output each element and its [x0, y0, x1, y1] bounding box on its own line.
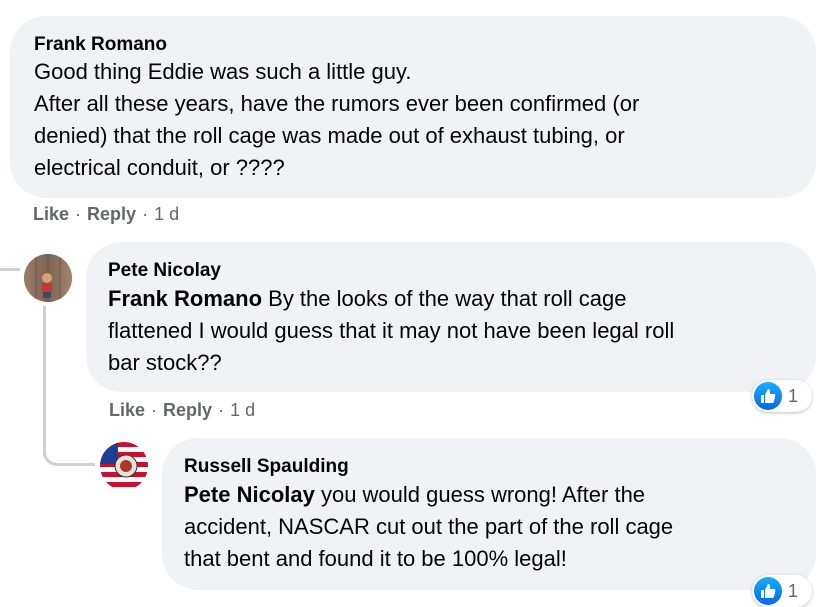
thread-connector-curve: [43, 430, 95, 466]
comment-line-text: By the looks of the way that roll cage: [262, 286, 627, 311]
comment-line: accident, NASCAR cut out the part of the…: [184, 514, 674, 539]
comment-author[interactable]: Pete Nicolay: [108, 260, 221, 282]
reaction-count: 1: [788, 385, 799, 406]
separator: ·: [218, 400, 225, 420]
comment-line: Pete Nicolay you would guess wrong! Afte…: [184, 479, 804, 511]
separator: ·: [151, 400, 158, 420]
thread-connector: [0, 268, 20, 271]
comment-actions: Like · Reply · 1 d: [33, 204, 179, 225]
mention-link[interactable]: Frank Romano: [108, 286, 262, 311]
comment-line: Frank Romano By the looks of the way tha…: [108, 283, 808, 315]
comment-line-text: you would guess wrong! After the: [314, 482, 646, 507]
like-thumb-icon: [754, 382, 782, 410]
timestamp[interactable]: 1 d: [230, 400, 255, 420]
timestamp[interactable]: 1 d: [154, 204, 179, 224]
comment-bubble-pete: Pete Nicolay Frank Romano By the looks o…: [86, 242, 816, 392]
like-link[interactable]: Like: [109, 400, 145, 420]
comment-actions: Like · Reply · 1 d: [109, 400, 255, 421]
mention-link[interactable]: Pete Nicolay: [184, 482, 315, 507]
comment-author[interactable]: Frank Romano: [34, 34, 167, 56]
comment-text: Frank Romano By the looks of the way tha…: [108, 283, 808, 379]
comment-line: electrical conduit, or ????: [34, 155, 285, 180]
reaction-badge[interactable]: 1: [752, 575, 812, 607]
comment-author[interactable]: Russell Spaulding: [184, 456, 349, 478]
comment-line: After all these years, have the rumors e…: [34, 91, 640, 116]
comment-line: bar stock??: [108, 350, 222, 375]
reaction-count: 1: [788, 580, 799, 601]
flag-avatar[interactable]: [100, 442, 148, 490]
comment-bubble-russell: Russell Spaulding Pete Nicolay you would…: [162, 438, 816, 590]
comment-text: Pete Nicolay you would guess wrong! Afte…: [184, 479, 804, 575]
like-thumb-icon: [754, 577, 782, 605]
separator: ·: [75, 204, 82, 224]
separator: ·: [142, 204, 149, 224]
comment-line: that bent and found it to be 100% legal!: [184, 546, 567, 571]
avatar[interactable]: [24, 254, 72, 302]
like-link[interactable]: Like: [33, 204, 69, 224]
comment-text: Good thing Eddie was such a little guy. …: [34, 56, 804, 184]
comment-bubble-frank: Frank Romano Good thing Eddie was such a…: [10, 16, 816, 198]
reaction-badge[interactable]: 1: [752, 380, 812, 412]
reply-link[interactable]: Reply: [163, 400, 212, 420]
comment-line: denied) that the roll cage was made out …: [34, 123, 625, 148]
reply-link[interactable]: Reply: [87, 204, 136, 224]
comment-line: flattened I would guess that it may not …: [108, 318, 675, 343]
comment-line: Good thing Eddie was such a little guy.: [34, 59, 412, 84]
